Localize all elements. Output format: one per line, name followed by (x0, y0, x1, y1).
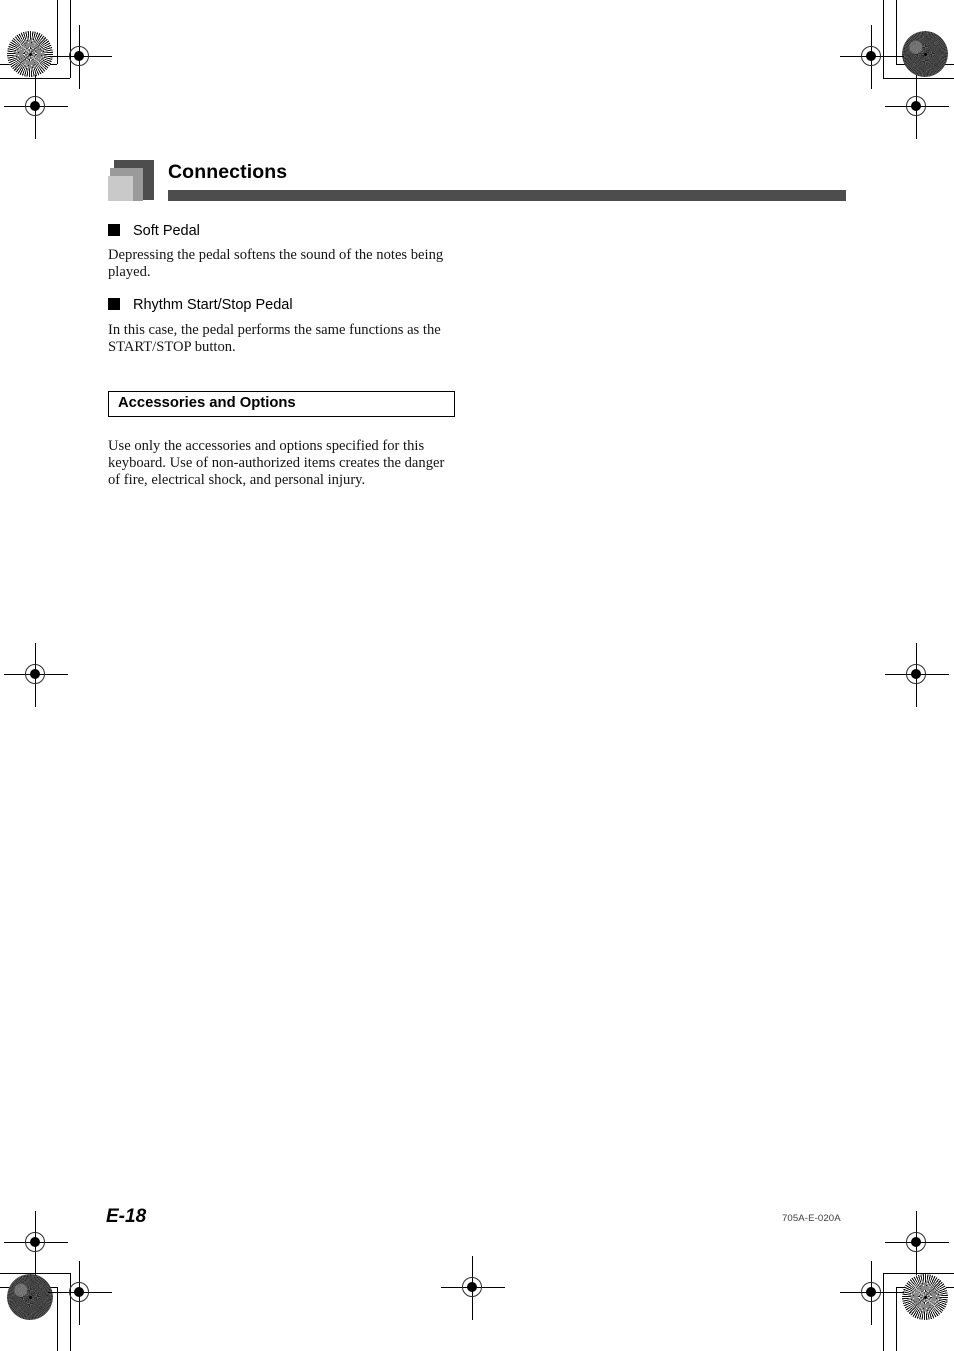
nested-square-light (108, 176, 133, 201)
filled-square-bullet-icon (108, 224, 120, 236)
page-title: Connections (168, 161, 288, 183)
section-heading-label: Accessories and Options (118, 395, 296, 411)
subsection-heading-label: Soft Pedal (133, 223, 200, 239)
body-paragraph-rhythm-start-stop-pedal: In this case, the pedal performs the sam… (108, 322, 441, 355)
chapter-header-rule (168, 190, 846, 201)
subsection-heading-soft-pedal: Soft Pedal (108, 223, 200, 239)
subsection-heading-label: Rhythm Start/Stop Pedal (133, 297, 293, 313)
document-code: 705A-E-020A (782, 1213, 841, 1224)
filled-square-bullet-icon (108, 298, 120, 310)
body-paragraph-soft-pedal: Depressing the pedal softens the sound o… (108, 247, 444, 280)
nested-squares-icon (108, 160, 154, 206)
section-heading-box: Accessories and Options (108, 391, 455, 417)
body-paragraph-accessories-and-options: Use only the accessories and options spe… (108, 438, 445, 488)
subsection-heading-rhythm-start-stop-pedal: Rhythm Start/Stop Pedal (108, 297, 293, 313)
manual-page: Connections Soft Pedal Depressing the pe… (0, 0, 954, 1351)
page-number: E-18 (106, 1206, 147, 1227)
chapter-header: Connections (108, 160, 848, 206)
